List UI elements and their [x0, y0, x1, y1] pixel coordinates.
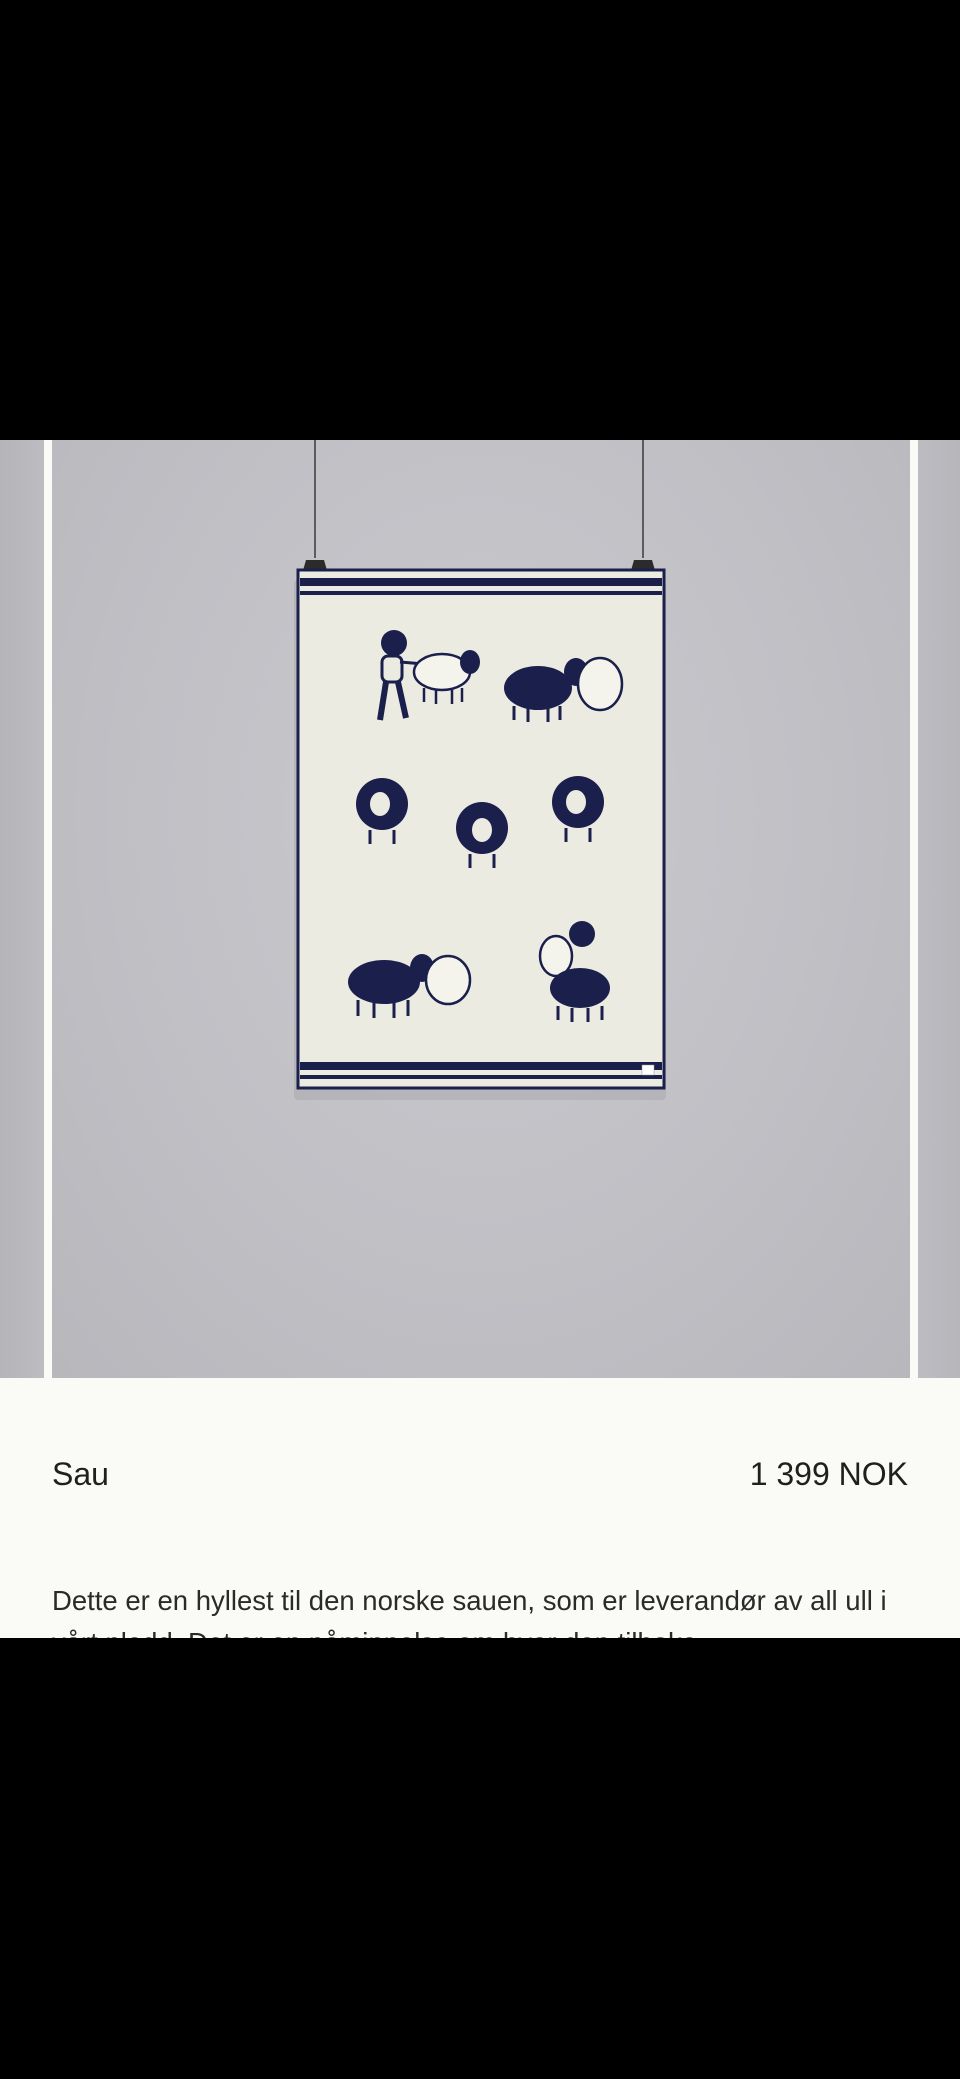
motif-sheep-white-2 — [576, 656, 624, 712]
product-info: Sau 1 399 NOK Dette er en hyllest til de… — [0, 1378, 960, 1638]
product-price: 1 399 NOK — [749, 1456, 908, 1492]
product-image-carousel[interactable] — [0, 440, 960, 1378]
product-description: Dette er en hyllest til den norske sauen… — [52, 1585, 887, 1638]
next-slide-peek[interactable] — [918, 440, 960, 1378]
blanket-illustration — [294, 440, 666, 1100]
product-image[interactable] — [52, 440, 910, 1378]
bottom-blank-area — [0, 1638, 960, 2079]
screen: Sau 1 399 NOK Dette er en hyllest til de… — [0, 0, 960, 2079]
previous-slide-peek[interactable] — [0, 440, 44, 1378]
product-title: Sau — [52, 1456, 109, 1492]
motif-sheep-white-3 — [424, 954, 472, 1006]
